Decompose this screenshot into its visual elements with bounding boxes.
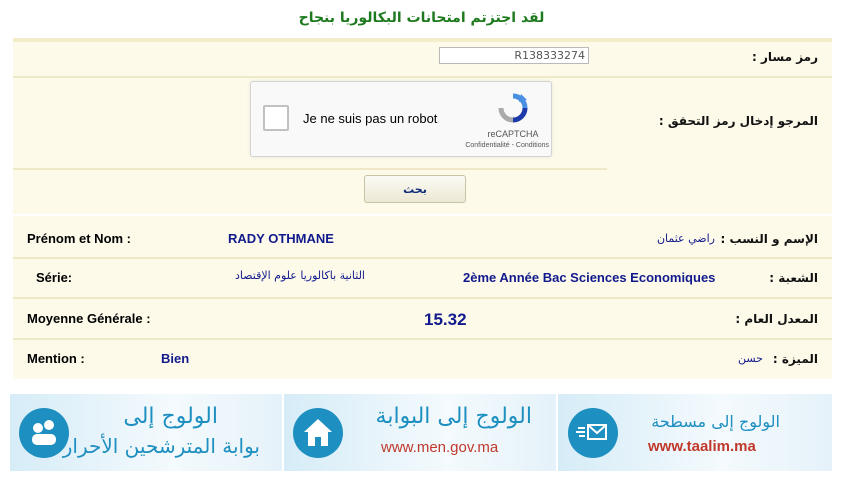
recaptcha-label: Je ne suis pas un robot bbox=[303, 111, 438, 126]
results-divider bbox=[13, 297, 832, 299]
recaptcha-checkbox[interactable] bbox=[263, 105, 289, 131]
average-label-fr: Moyenne Générale : bbox=[27, 311, 151, 326]
page-title: لقد اجتزتم امتحانات البكالوريا بنجاح bbox=[298, 10, 545, 26]
name-label-fr: Prénom et Nom : bbox=[27, 231, 132, 246]
men-banner-url: www.men.gov.ma bbox=[381, 439, 499, 456]
men-portal-banner[interactable]: الولوج إلى البوابة www.men.gov.ma bbox=[284, 394, 556, 471]
taalim-icon bbox=[568, 408, 618, 458]
search-button[interactable]: بحث bbox=[364, 175, 466, 203]
massar-code-input[interactable] bbox=[439, 47, 589, 64]
candidates-banner-title: الولوج إلى bbox=[123, 404, 218, 429]
taalim-banner[interactable]: الولوج إلى مسطحة www.taalim.ma bbox=[558, 394, 832, 471]
recaptcha-links[interactable]: Confidentialité - Conditions bbox=[431, 142, 549, 149]
mention-value-fr: Bien bbox=[161, 351, 190, 366]
results-divider bbox=[13, 338, 832, 340]
candidates-portal-banner[interactable]: الولوج إلى بوابة المترشحين الأحرار bbox=[10, 394, 282, 471]
form-divider bbox=[13, 76, 832, 78]
serie-label-ar: الشعبة : bbox=[769, 271, 818, 285]
massar-code-label: رمز مسار : bbox=[751, 50, 818, 64]
candidates-portal-icon bbox=[19, 408, 69, 458]
name-value-fr: RADY OTHMANE bbox=[228, 231, 334, 246]
average-label-ar: المعدل العام : bbox=[735, 312, 818, 326]
name-label-ar: الإسم و النسب : bbox=[720, 232, 818, 246]
name-value-ar: راضي عثمان bbox=[656, 232, 715, 245]
men-banner-title: الولوج إلى البوابة bbox=[375, 404, 532, 429]
serie-label-fr: Série: bbox=[36, 270, 73, 285]
taalim-banner-title: الولوج إلى مسطحة bbox=[651, 412, 780, 431]
recaptcha-widget: Je ne suis pas un robot reCAPTCHA Confid… bbox=[250, 81, 552, 157]
results-divider bbox=[13, 257, 832, 259]
taalim-banner-url: www.taalim.ma bbox=[648, 438, 756, 455]
average-value: 15.32 bbox=[424, 310, 467, 329]
captcha-label: المرجو إدخال رمز التحقق : bbox=[658, 114, 818, 128]
recaptcha-logo-icon bbox=[498, 93, 528, 123]
candidates-banner-subtitle: بوابة المترشحين الأحرار bbox=[62, 434, 260, 458]
recaptcha-brand: reCAPTCHA bbox=[487, 129, 539, 139]
home-icon bbox=[293, 408, 343, 458]
serie-value-fr: 2ème Année Bac Sciences Economiques bbox=[463, 270, 716, 285]
form-divider bbox=[13, 168, 607, 170]
mention-value-ar: حسن bbox=[738, 352, 763, 365]
mention-label-fr: Mention : bbox=[27, 351, 85, 366]
serie-value-ar: الثانية باكالوريا علوم الإقتصاد bbox=[234, 269, 365, 282]
mention-label-ar: الميزة : bbox=[772, 352, 818, 366]
